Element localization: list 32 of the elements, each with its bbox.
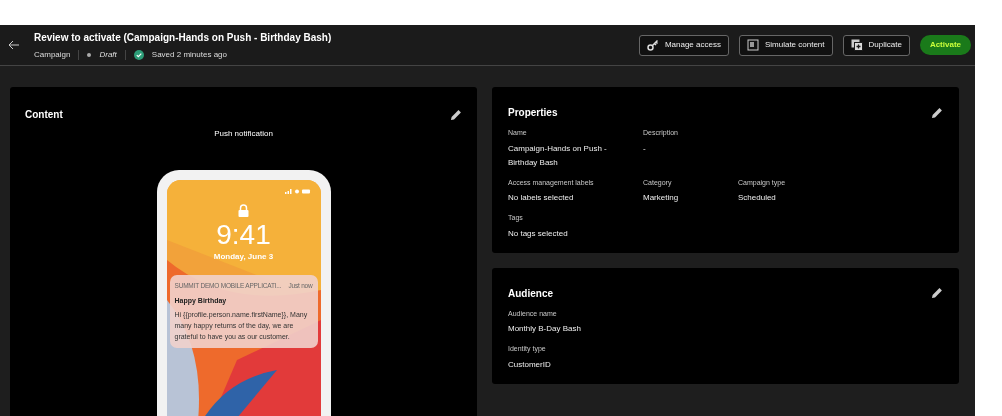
key-icon [646,39,659,51]
lock-time: 9:41 [216,219,271,251]
field-value: - [643,142,647,155]
duplicate-icon [850,39,863,51]
page-title: Review to activate (Campaign-Hands on Push - Birthday Bash) [34,30,332,45]
edit-icon[interactable] [450,108,462,121]
field-value: Monthly B-Day Bash [508,323,582,335]
edit-icon[interactable] [931,287,943,299]
saved-text: Saved 2 minutes ago [151,48,227,61]
action-button[interactable]: Duplicate [842,34,910,56]
field-value: CustomerID [508,358,552,371]
field-value: Marketing [643,192,680,204]
action-button[interactable]: Simulate content [738,34,833,56]
field-value: Campaign-Hands on Push - Birthday Bash [508,142,608,169]
card-title: Content [25,108,63,122]
status-bar-icon [284,189,311,194]
card-title: Audience [508,286,553,301]
object-type: Campaign [34,48,71,61]
check-circle-icon [133,49,144,60]
field-value: No labels selected [508,192,575,204]
edit-icon[interactable] [931,106,943,119]
action-button[interactable]: Manage access [638,34,729,56]
preview-label: Push notification [214,128,273,140]
field-value: Scheduled [738,192,777,204]
lock-date: Monday, June 3 [213,251,274,263]
status-text: Draft [99,48,117,61]
preview-icon [746,39,759,51]
activate-button[interactable]: Activate [919,35,971,55]
field-value: No tags selected [508,227,569,240]
card-title: Properties [508,106,558,120]
lock-icon [238,204,249,217]
back-arrow-icon[interactable] [8,40,20,50]
